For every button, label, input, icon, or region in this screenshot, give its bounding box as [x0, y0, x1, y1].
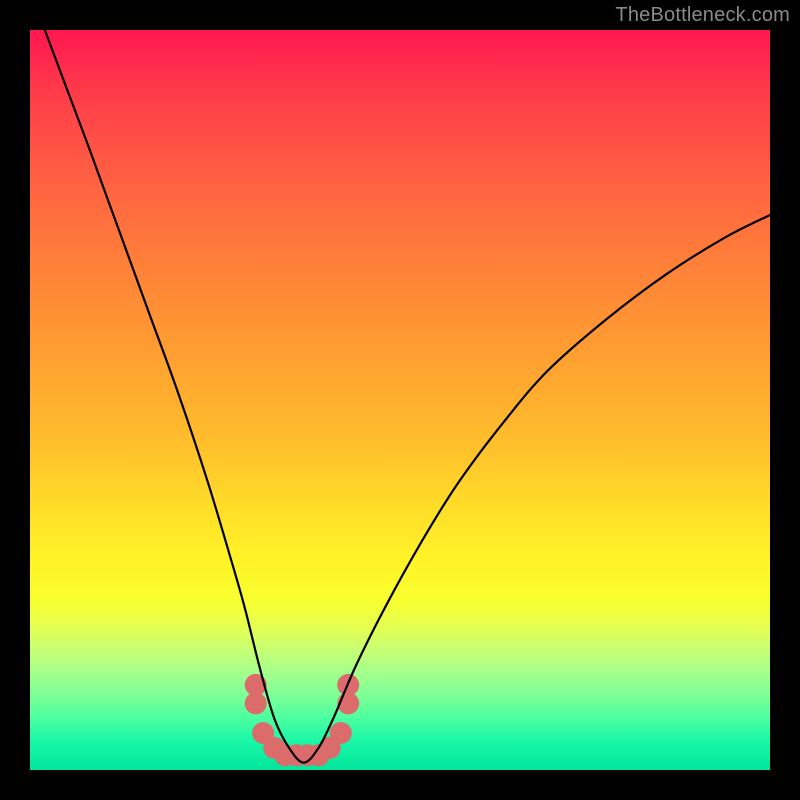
- marker-dot: [330, 722, 352, 744]
- marker-dot: [245, 692, 267, 714]
- chart-frame: TheBottleneck.com: [0, 0, 800, 800]
- curve-layer: [30, 30, 770, 770]
- marker-cluster-group: [245, 674, 360, 766]
- plot-area: [30, 30, 770, 770]
- bottleneck-curve-path: [45, 30, 770, 763]
- watermark-text: TheBottleneck.com: [615, 4, 790, 27]
